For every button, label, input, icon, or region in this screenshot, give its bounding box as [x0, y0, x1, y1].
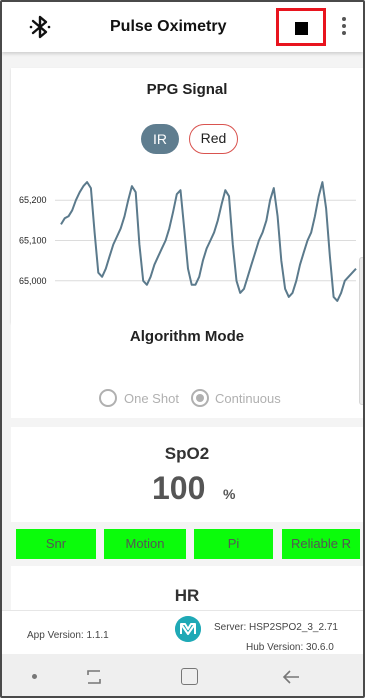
ppg-chart: 65,000 65,100 65,200: [19, 181, 357, 302]
app-title: Pulse Oximetry: [110, 18, 227, 35]
more-vert-icon[interactable]: [341, 17, 347, 37]
status-badge-row: Snr Motion Pi Reliable R: [2, 529, 363, 561]
server-info-text: Server: HSP2SPO2_3_2.71: [214, 622, 338, 633]
hr-section: HR: [11, 566, 363, 612]
back-icon[interactable]: [281, 667, 301, 687]
app-version-text: App Version: 1.1.1: [27, 630, 109, 641]
one-shot-label[interactable]: One Shot: [124, 391, 179, 406]
red-toggle-button[interactable]: Red: [189, 124, 238, 154]
recent-apps-icon[interactable]: [84, 667, 104, 687]
home-icon[interactable]: [181, 668, 198, 685]
motion-status-badge: Motion: [104, 529, 186, 559]
spo2-section: SpO2 100 %: [11, 427, 363, 522]
hr-title: HR: [174, 586, 200, 605]
spo2-title: SpO2: [164, 444, 210, 463]
nav-dot-icon[interactable]: [32, 674, 37, 679]
pi-status-badge: Pi: [194, 529, 273, 559]
bluetooth-icon[interactable]: [28, 14, 52, 40]
ir-toggle-button[interactable]: IR: [141, 124, 179, 154]
y-tick-label: 65,200: [19, 195, 47, 205]
algorithm-section: Algorithm Mode One Shot Continuous: [11, 323, 363, 418]
y-tick-label: 65,100: [19, 236, 47, 246]
ppg-card: PPG Signal IR Red 65,000 65,100 65,200: [11, 68, 363, 323]
spo2-value: 100: [152, 470, 206, 506]
algorithm-title: Algorithm Mode: [129, 328, 245, 345]
system-nav-bar: [2, 654, 363, 696]
app-bar: Pulse Oximetry: [2, 2, 363, 52]
reliable-status-badge: Reliable R: [282, 529, 360, 559]
spo2-unit: %: [223, 486, 236, 502]
continuous-radio[interactable]: [191, 389, 209, 407]
device-frame: Pulse Oximetry PPG Signal IR Red 65,000 6…: [0, 0, 365, 698]
stop-highlight: [276, 8, 326, 46]
stop-icon[interactable]: [295, 22, 308, 35]
one-shot-radio[interactable]: [99, 389, 117, 407]
y-tick-label: 65,000: [19, 276, 47, 286]
scroll-handle[interactable]: [359, 257, 363, 405]
snr-status-badge: Snr: [16, 529, 96, 559]
continuous-label[interactable]: Continuous: [215, 391, 281, 406]
hub-version-text: Hub Version: 30.6.0: [246, 642, 334, 653]
ppg-title: PPG Signal: [146, 81, 228, 98]
footer: App Version: 1.1.1 Server: HSP2SPO2_3_2.…: [2, 610, 363, 654]
main-content: PPG Signal IR Red 65,000 65,100 65,200 Alg…: [2, 52, 363, 612]
maxim-logo-icon: [175, 616, 201, 642]
